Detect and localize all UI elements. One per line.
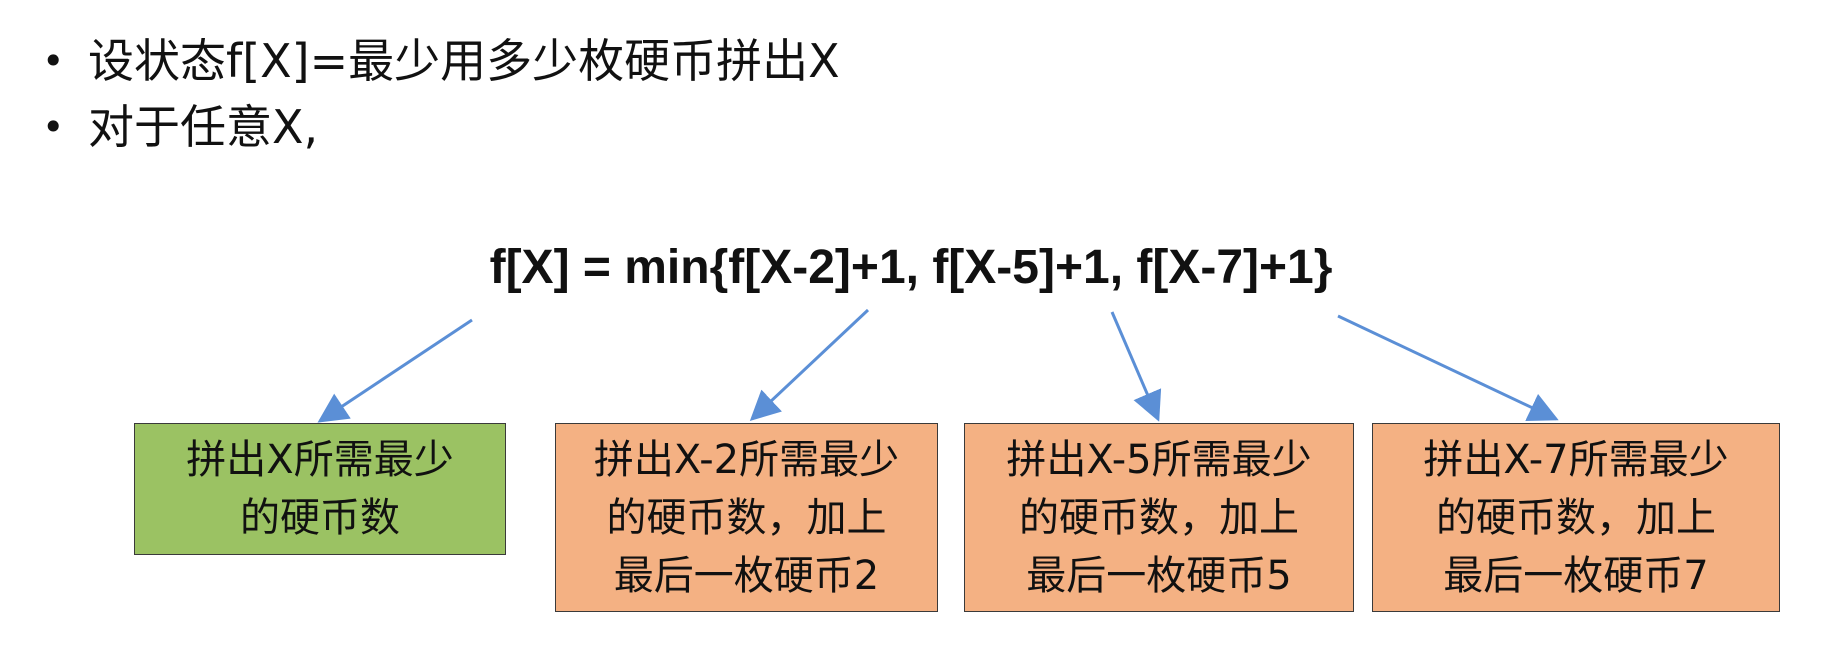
- box-min-coins-x-minus-7: 拼出X-7所需最少 的硬币数，加上 最后一枚硬币7: [1372, 423, 1780, 612]
- arrow-to-box-x7: [1337, 314, 1559, 422]
- box-line: 最后一枚硬币2: [613, 552, 880, 599]
- box-line: 最后一枚硬币7: [1443, 552, 1709, 599]
- box-min-coins-x: 拼出X所需最少 的硬币数: [134, 423, 506, 555]
- box-line: 的硬币数: [240, 495, 400, 541]
- box-text: 拼出X-7所需最少 的硬币数，加上 最后一枚硬币7: [1423, 431, 1728, 605]
- box-line: 拼出X-7所需最少: [1423, 436, 1729, 483]
- box-text: 拼出X所需最少 的硬币数: [186, 431, 453, 547]
- box-line: 的硬币数，加上: [606, 494, 887, 541]
- box-line: 拼出X-2所需最少: [593, 436, 900, 483]
- box-min-coins-x-minus-2: 拼出X-2所需最少 的硬币数，加上 最后一枚硬币2: [555, 423, 938, 612]
- box-text: 拼出X-5所需最少 的硬币数，加上 最后一枚硬币5: [1006, 431, 1311, 605]
- box-line: 拼出X所需最少: [186, 437, 454, 483]
- arrow-to-box-fx: [317, 318, 473, 423]
- box-min-coins-x-minus-5: 拼出X-5所需最少 的硬币数，加上 最后一枚硬币5: [964, 423, 1354, 612]
- arrow-to-box-x2: [749, 308, 870, 422]
- arrow-to-box-x5: [1110, 311, 1162, 422]
- box-line: 的硬币数，加上: [1018, 494, 1299, 541]
- box-text: 拼出X-2所需最少 的硬币数，加上 最后一枚硬币2: [594, 431, 899, 605]
- box-line: 最后一枚硬币5: [1026, 552, 1292, 599]
- box-line: 的硬币数，加上: [1435, 494, 1716, 541]
- box-line: 拼出X-5所需最少: [1006, 436, 1312, 483]
